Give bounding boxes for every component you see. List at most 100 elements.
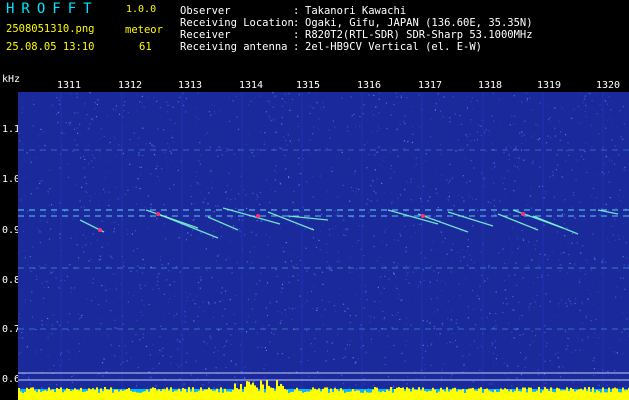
noise-dot [515,157,517,159]
noise-dot [623,196,625,198]
noise-dot [338,287,340,289]
noise-dot [442,241,444,243]
noise-dot [619,146,621,148]
antenna-value: 2el-HB9CV Vertical (el. E-W) [305,41,483,53]
noise-dot [87,126,89,128]
noise-dot [167,167,169,169]
noise-dot [434,109,436,111]
noise-dot [567,173,569,175]
noise-dot [516,235,518,237]
noise-dot [445,283,447,285]
noise-dot [412,271,414,273]
noise-dot [270,188,272,190]
noise-dot [274,118,276,120]
signal-bar [342,390,344,400]
noise-dot [83,105,85,107]
signal-bar [230,391,232,400]
noise-dot [238,193,240,195]
noise-dot [581,338,584,341]
noise-dot [292,265,294,267]
noise-dot [385,346,387,348]
noise-dot [46,144,48,146]
noise-dot [268,115,270,117]
noise-dot [456,346,458,348]
noise-dot [604,370,606,372]
noise-dot [615,374,617,376]
noise-dot [432,240,434,242]
noise-dot [356,242,358,244]
noise-dot [381,182,383,184]
signal-bar [278,386,280,400]
signal-bar [274,390,276,400]
noise-dot [179,271,181,273]
noise-dot [407,376,409,378]
noise-dot [312,188,314,190]
noise-dot [152,344,154,346]
noise-dot [220,292,222,294]
signal-bar [240,384,242,400]
noise-dot [207,301,210,303]
noise-dot [551,363,553,365]
noise-dot [499,200,501,202]
noise-dot [69,264,71,266]
noise-dot [480,309,482,311]
noise-dot [243,126,245,128]
noise-dot [413,251,415,253]
noise-dot [57,111,60,113]
signal-bar [618,392,620,400]
noise-dot [141,272,144,274]
noise-dot [208,207,210,209]
noise-dot [27,210,29,212]
noise-dot [503,280,506,282]
noise-dot [618,235,620,237]
noise-dot [278,366,280,368]
noise-dot [383,192,385,194]
noise-dot [43,131,45,133]
noise-dot [86,114,88,116]
signal-bar [344,392,346,400]
noise-dot [318,359,320,361]
noise-dot [268,324,270,326]
noise-dot [203,311,205,313]
signal-bar [554,392,556,400]
signal-bar [352,389,354,400]
noise-dot [79,366,81,368]
signal-bar [626,390,628,400]
noise-dot [320,109,322,111]
noise-dot [475,269,477,272]
noise-dot [485,205,488,207]
noise-dot [455,322,457,324]
noise-dot [569,219,571,221]
noise-dot [407,300,409,302]
noise-dot [423,279,425,281]
noise-dot [316,101,318,103]
noise-dot [193,380,196,382]
noise-dot [561,107,563,109]
noise-dot [314,376,317,378]
noise-dot [580,92,582,94]
noise-dot [431,131,433,133]
noise-dot [529,344,531,346]
signal-bar [384,392,386,400]
noise-dot [452,309,454,311]
noise-dot [279,183,282,185]
noise-dot [276,301,278,303]
signal-bar [524,387,526,400]
noise-dot [608,159,610,161]
noise-dot [525,92,528,94]
noise-dot [141,314,144,316]
noise-dot [596,343,598,345]
noise-dot [194,258,196,261]
noise-dot [94,102,96,104]
noise-dot [537,276,539,279]
noise-dot [350,362,352,364]
noise-dot [466,95,468,97]
x-tick-label: 1314 [239,80,264,91]
noise-dot [393,171,395,173]
noise-dot [544,360,546,362]
signal-bar [536,390,538,400]
noise-dot [559,376,562,378]
noise-dot [593,375,595,377]
noise-dot [177,101,179,103]
noise-dot [283,281,285,283]
